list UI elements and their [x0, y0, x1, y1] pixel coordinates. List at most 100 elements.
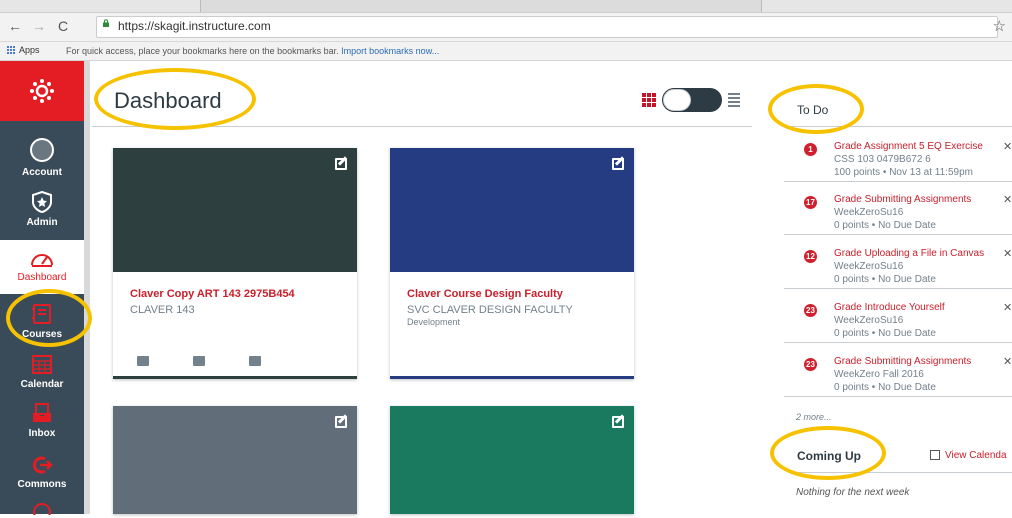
course-title[interactable]: Claver Copy ART 143 2975B454	[130, 288, 340, 300]
course-card[interactable]: Claver Copy ART 143 2975B454 CLAVER 143	[113, 148, 357, 379]
todo-item-meta: 0 points • No Due Date	[834, 382, 936, 393]
bookmarks-message: For quick access, place your bookmarks h…	[66, 46, 440, 56]
canvas-logo[interactable]	[0, 61, 84, 121]
coming-up-empty-text: Nothing for the next week	[796, 487, 910, 498]
back-icon[interactable]: ←	[8, 18, 22, 34]
view-calendar-link[interactable]: View Calenda	[930, 450, 1007, 461]
view-switch[interactable]	[662, 88, 722, 112]
highlight-circle-todo	[768, 84, 864, 134]
course-card-hero[interactable]	[390, 406, 634, 514]
todo-item-meta: 0 points • No Due Date	[834, 274, 936, 285]
commons-icon	[32, 456, 53, 474]
nav-label-calendar: Calendar	[20, 379, 64, 390]
nav-label-dashboard: Dashboard	[17, 272, 67, 283]
calendar-icon	[930, 450, 940, 460]
course-card-body: Claver Copy ART 143 2975B454 CLAVER 143	[113, 272, 357, 376]
list-view-icon[interactable]	[728, 93, 740, 107]
reload-icon[interactable]: C	[58, 18, 68, 34]
course-card-hero[interactable]	[390, 148, 634, 272]
needs-grading-badge: 23	[804, 358, 817, 371]
todo-item[interactable]: 23 Grade Submitting Assignments WeekZero…	[784, 352, 1012, 397]
nav-item-admin[interactable]: Admin	[0, 190, 84, 228]
inbox-icon	[33, 403, 51, 422]
needs-grading-badge: 17	[804, 196, 817, 209]
nav-item-commons[interactable]: Commons	[0, 455, 84, 490]
todo-item-course: WeekZero Fall 2016	[834, 369, 924, 380]
highlight-circle-dashboard	[94, 68, 256, 130]
nav-item-dashboard[interactable]: Dashboard	[0, 240, 84, 294]
browser-tab[interactable]	[200, 0, 762, 12]
todo-item-course: CSS 103 0479B672 6	[834, 154, 931, 165]
nav-item-account[interactable]: Account	[0, 137, 84, 178]
course-title[interactable]: Claver Course Design Faculty	[407, 288, 617, 300]
todo-item-title[interactable]: Grade Uploading a File in Canvas	[834, 248, 984, 259]
todo-item-course: WeekZeroSu16	[834, 315, 904, 326]
course-card[interactable]	[113, 406, 357, 514]
course-card-body: Claver Course Design Faculty SVC CLAVER …	[390, 272, 634, 376]
todo-item[interactable]: 1 Grade Assignment 5 EQ Exercise CSS 103…	[784, 137, 1012, 182]
todo-item-meta: 0 points • No Due Date	[834, 328, 936, 339]
url-text[interactable]: https://skagit.instructure.com	[118, 19, 271, 33]
todo-item-title[interactable]: Grade Introduce Yourself	[834, 302, 945, 313]
todo-item[interactable]: 17 Grade Submitting Assignments WeekZero…	[784, 190, 1012, 235]
dismiss-icon[interactable]: ✕	[1003, 301, 1012, 314]
todo-item-title[interactable]: Grade Submitting Assignments	[834, 194, 971, 205]
nav-item-calendar[interactable]: Calendar	[0, 353, 84, 390]
nav-label-inbox: Inbox	[28, 428, 56, 439]
todo-item-title[interactable]: Grade Assignment 5 EQ Exercise	[834, 141, 983, 152]
discussions-icon[interactable]	[193, 356, 205, 366]
help-icon	[33, 503, 51, 518]
bookmark-star-icon[interactable]: ☆	[993, 17, 1006, 35]
global-navigation: Account Admin Dashboard Courses Calendar…	[0, 61, 84, 518]
needs-grading-badge: 23	[804, 304, 817, 317]
nav-label-admin: Admin	[26, 217, 58, 228]
lock-icon	[103, 19, 109, 27]
course-card-hero[interactable]	[113, 406, 357, 514]
show-more-link[interactable]: 2 more...	[796, 412, 832, 422]
switch-knob	[663, 89, 691, 111]
nav-item-more[interactable]	[0, 501, 84, 518]
course-code: SVC CLAVER DESIGN FACULTY	[407, 304, 573, 316]
dismiss-icon[interactable]: ✕	[1003, 193, 1012, 206]
forward-icon[interactable]: →	[32, 18, 46, 34]
course-card[interactable]	[390, 406, 634, 514]
import-bookmarks-link[interactable]: Import bookmarks now...	[341, 46, 439, 56]
dismiss-icon[interactable]: ✕	[1003, 140, 1012, 153]
nav-item-inbox[interactable]: Inbox	[0, 402, 84, 439]
dashboard-view-toggle[interactable]	[642, 88, 740, 112]
address-bar: ← → C https://skagit.instructure.com ☆	[0, 13, 1012, 42]
canvas-logo-icon	[30, 79, 54, 103]
card-bottom-bar	[390, 376, 634, 379]
edit-icon[interactable]	[612, 416, 624, 428]
todo-item-course: WeekZeroSu16	[834, 261, 904, 272]
course-card-hero[interactable]	[113, 148, 357, 272]
bookmarks-bar: Apps For quick access, place your bookma…	[0, 42, 1012, 61]
highlight-circle-coming-up	[770, 426, 886, 480]
todo-item-title[interactable]: Grade Submitting Assignments	[834, 356, 971, 367]
dismiss-icon[interactable]: ✕	[1003, 247, 1012, 260]
nav-scrollbar[interactable]	[84, 61, 90, 514]
shield-icon	[32, 190, 52, 214]
course-code: CLAVER 143	[130, 304, 195, 316]
nav-label-commons: Commons	[17, 479, 67, 490]
todo-item-meta: 100 points • Nov 13 at 11:59pm	[834, 167, 973, 178]
dashboard-icon	[31, 254, 53, 267]
card-view-icon[interactable]	[642, 93, 656, 107]
files-icon[interactable]	[249, 356, 261, 366]
edit-icon[interactable]	[335, 416, 347, 428]
account-icon	[30, 138, 54, 162]
course-card-actions	[137, 356, 261, 366]
browser-tab-strip	[0, 0, 1012, 13]
assignments-icon[interactable]	[137, 356, 149, 366]
apps-button[interactable]: Apps	[6, 45, 40, 55]
apps-label: Apps	[19, 45, 40, 55]
todo-item[interactable]: 23 Grade Introduce Yourself WeekZeroSu16…	[784, 298, 1012, 343]
todo-item-course: WeekZeroSu16	[834, 207, 904, 218]
edit-icon[interactable]	[335, 158, 347, 170]
calendar-icon	[32, 355, 52, 374]
todo-item[interactable]: 12 Grade Uploading a File in Canvas Week…	[784, 244, 1012, 289]
dismiss-icon[interactable]: ✕	[1003, 355, 1012, 368]
needs-grading-badge: 1	[804, 143, 817, 156]
edit-icon[interactable]	[612, 158, 624, 170]
course-card[interactable]: Claver Course Design Faculty SVC CLAVER …	[390, 148, 634, 379]
